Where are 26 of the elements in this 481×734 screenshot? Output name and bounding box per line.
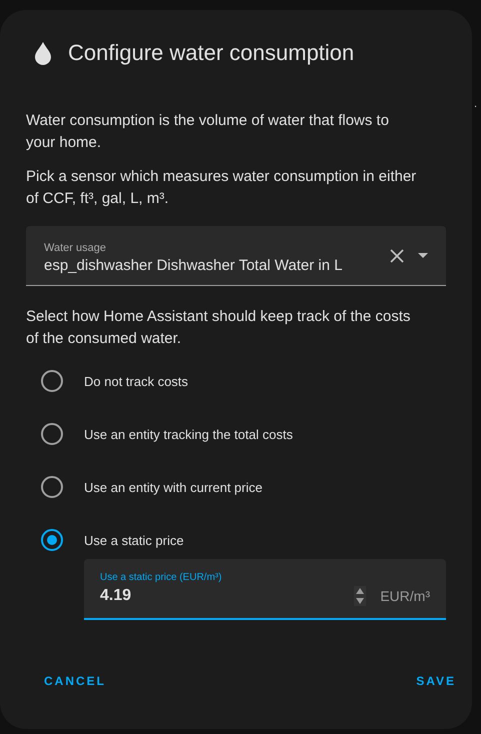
dialog-title: Configure water consumption: [68, 40, 354, 66]
description-text: Pick a sensor which measures water consumption in either of CCF, ft³, gal, L, m³.: [26, 167, 418, 209]
save-button[interactable]: SAVE: [416, 668, 456, 694]
radio-button[interactable]: [41, 476, 63, 498]
radio-button[interactable]: [41, 423, 63, 445]
caret-icon[interactable]: [418, 253, 428, 258]
description-text: Water consumption is the volume of water that flows to your home.: [26, 111, 390, 153]
radio-button[interactable]: [41, 370, 63, 392]
water-drop-icon: [34, 41, 52, 65]
option-label[interactable]: Use a static price: [84, 532, 184, 548]
spinner-icon[interactable]: [354, 586, 366, 606]
unit-suffix: EUR/m³: [380, 588, 430, 604]
option-label[interactable]: Do not track costs: [84, 374, 188, 388]
field-label: Use a static price (EUR/m³): [100, 572, 223, 583]
option-label[interactable]: Use an entity tracking the total costs: [84, 426, 293, 442]
field-label: Water usage: [44, 242, 107, 254]
close-icon[interactable]: [390, 248, 404, 262]
price-field[interactable]: Use a static price (EUR/m³) 4.19 EUR/m³: [84, 559, 446, 620]
field-value: 4.19: [100, 587, 132, 605]
background-text: .: [474, 98, 478, 110]
cancel-button[interactable]: CANCEL: [44, 668, 106, 694]
field-value: esp_dishwasher Dishwasher Total Water in L: [44, 256, 344, 274]
option-label[interactable]: Use an entity with current price: [84, 480, 262, 494]
sensor-select[interactable]: Water usage esp_dishwasher Dishwasher Total Water in L: [26, 226, 446, 286]
radio-button[interactable]: [41, 529, 63, 551]
description-text: Select how Home Assistant should keep track of the costs of the consumed water.: [26, 307, 412, 349]
